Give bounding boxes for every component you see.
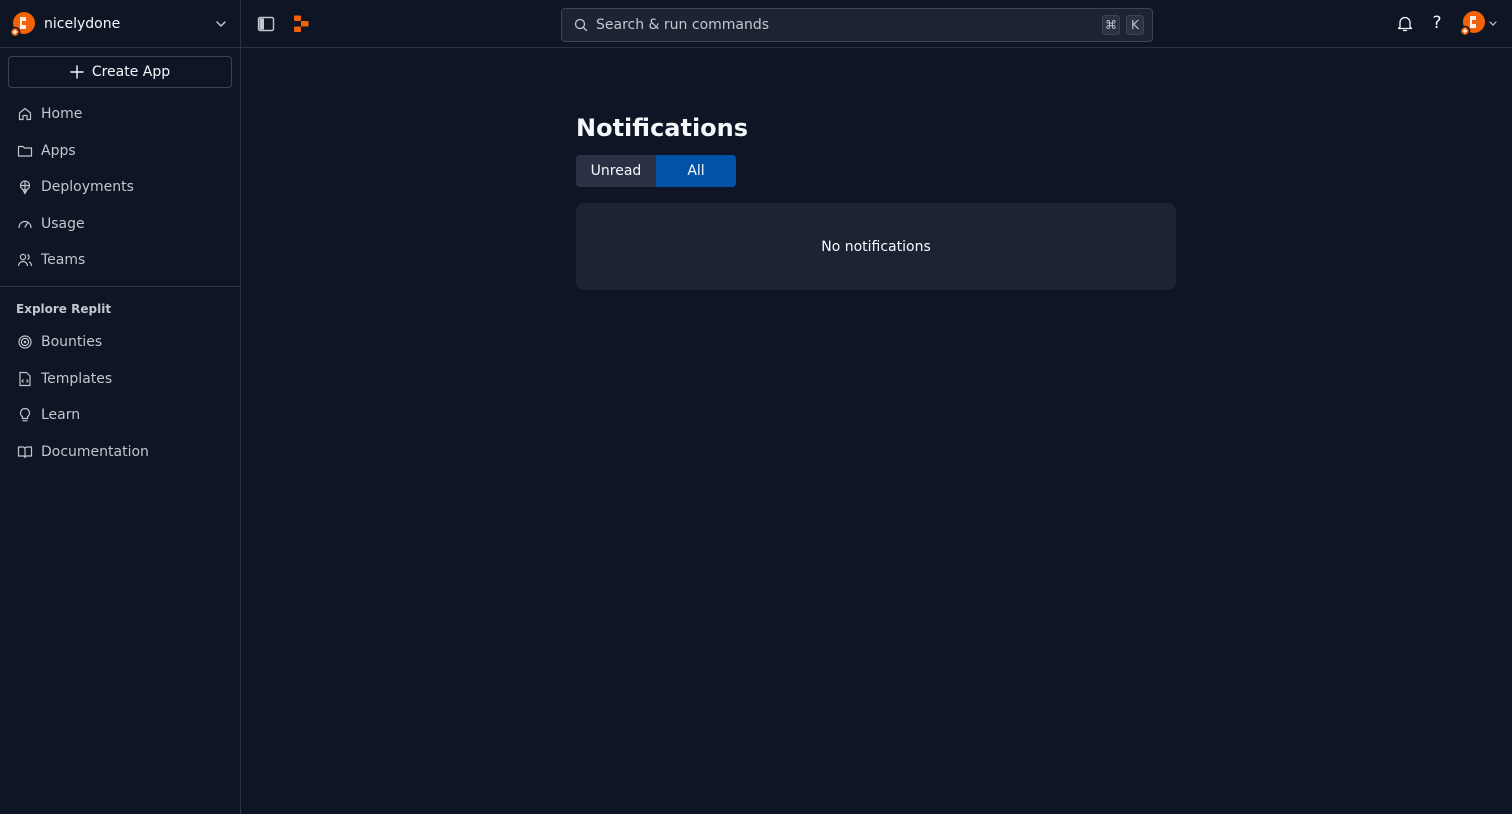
app-root: nicelydone Create App Home Apps Deployme…: [0, 0, 1512, 814]
chevron-down-icon: [1489, 21, 1497, 26]
account-switcher[interactable]: nicelydone: [0, 0, 240, 48]
gauge-icon: [18, 220, 32, 228]
search-icon: [574, 18, 588, 32]
replit-avatar-icon: [9, 11, 36, 37]
sidebar-item-learn[interactable]: Learn: [8, 397, 232, 434]
topbar-actions: ?: [1396, 10, 1498, 37]
template-file-icon: [19, 371, 31, 386]
explore-section-label: Explore Replit: [16, 302, 112, 316]
tab-unread[interactable]: Unread: [576, 155, 656, 187]
empty-state-text: No notifications: [821, 238, 931, 255]
sidebar-item-label: Bounties: [41, 334, 103, 351]
notifications-panel: Notifications Unread All No notification…: [576, 112, 1176, 290]
explore-nav: Bounties Templates Learn Documentation: [8, 324, 232, 470]
folder-icon: [17, 145, 33, 157]
book-icon: [17, 446, 33, 458]
sidebar-item-teams[interactable]: Teams: [8, 242, 232, 279]
sidebar-item-usage[interactable]: Usage: [8, 206, 232, 243]
home-icon: [18, 108, 32, 121]
account-name: nicelydone: [44, 15, 121, 32]
sidebar-item-label: Documentation: [41, 443, 149, 460]
sidebar-item-label: Learn: [41, 407, 81, 424]
user-menu-button[interactable]: [1459, 10, 1498, 37]
tab-all[interactable]: All: [656, 155, 736, 187]
plus-icon: [70, 65, 84, 79]
sidebar-item-label: Deployments: [41, 179, 134, 196]
sidebar-item-label: Usage: [41, 215, 85, 232]
deployments-icon: [19, 180, 31, 195]
create-app-label: Create App: [91, 64, 171, 80]
bell-icon: [1397, 16, 1413, 31]
empty-state: No notifications: [576, 203, 1176, 290]
sidebar-divider: [0, 286, 240, 287]
sidebar: nicelydone Create App Home Apps Deployme…: [0, 0, 241, 814]
users-icon: [17, 254, 33, 267]
sidebar-item-apps[interactable]: Apps: [8, 133, 232, 170]
user-avatar-icon: [1459, 10, 1486, 37]
primary-nav: Home Apps Deployments Usage Teams: [8, 96, 232, 279]
create-app-button[interactable]: Create App: [8, 56, 232, 88]
notifications-button[interactable]: [1396, 14, 1414, 32]
shortcut-key-cmd: ⌘: [1102, 15, 1120, 35]
page-title: Notifications: [576, 114, 749, 142]
chevron-down-icon: [216, 20, 226, 27]
replit-logo-icon[interactable]: [291, 14, 311, 34]
sidebar-item-deployments[interactable]: Deployments: [8, 169, 232, 206]
sidebar-item-bounties[interactable]: Bounties: [8, 324, 232, 361]
target-icon: [18, 335, 32, 349]
sidebar-item-documentation[interactable]: Documentation: [8, 434, 232, 471]
sidebar-toggle-icon[interactable]: [256, 14, 276, 34]
sidebar-item-templates[interactable]: Templates: [8, 361, 232, 398]
sidebar-item-label: Templates: [41, 370, 113, 387]
sidebar-item-label: Home: [41, 106, 83, 123]
help-button[interactable]: ?: [1428, 14, 1446, 32]
shortcut-key-k: K: [1126, 15, 1144, 35]
sidebar-item-label: Teams: [41, 252, 86, 269]
lightbulb-icon: [19, 408, 31, 422]
top-bar: Search & run commands ⌘ K ?: [241, 0, 1512, 48]
search-placeholder: Search & run commands: [596, 17, 770, 33]
command-search-input[interactable]: Search & run commands ⌘ K: [561, 8, 1153, 42]
notification-filter-tabs: Unread All: [576, 155, 736, 187]
sidebar-item-label: Apps: [41, 142, 76, 159]
sidebar-item-home[interactable]: Home: [8, 96, 232, 133]
